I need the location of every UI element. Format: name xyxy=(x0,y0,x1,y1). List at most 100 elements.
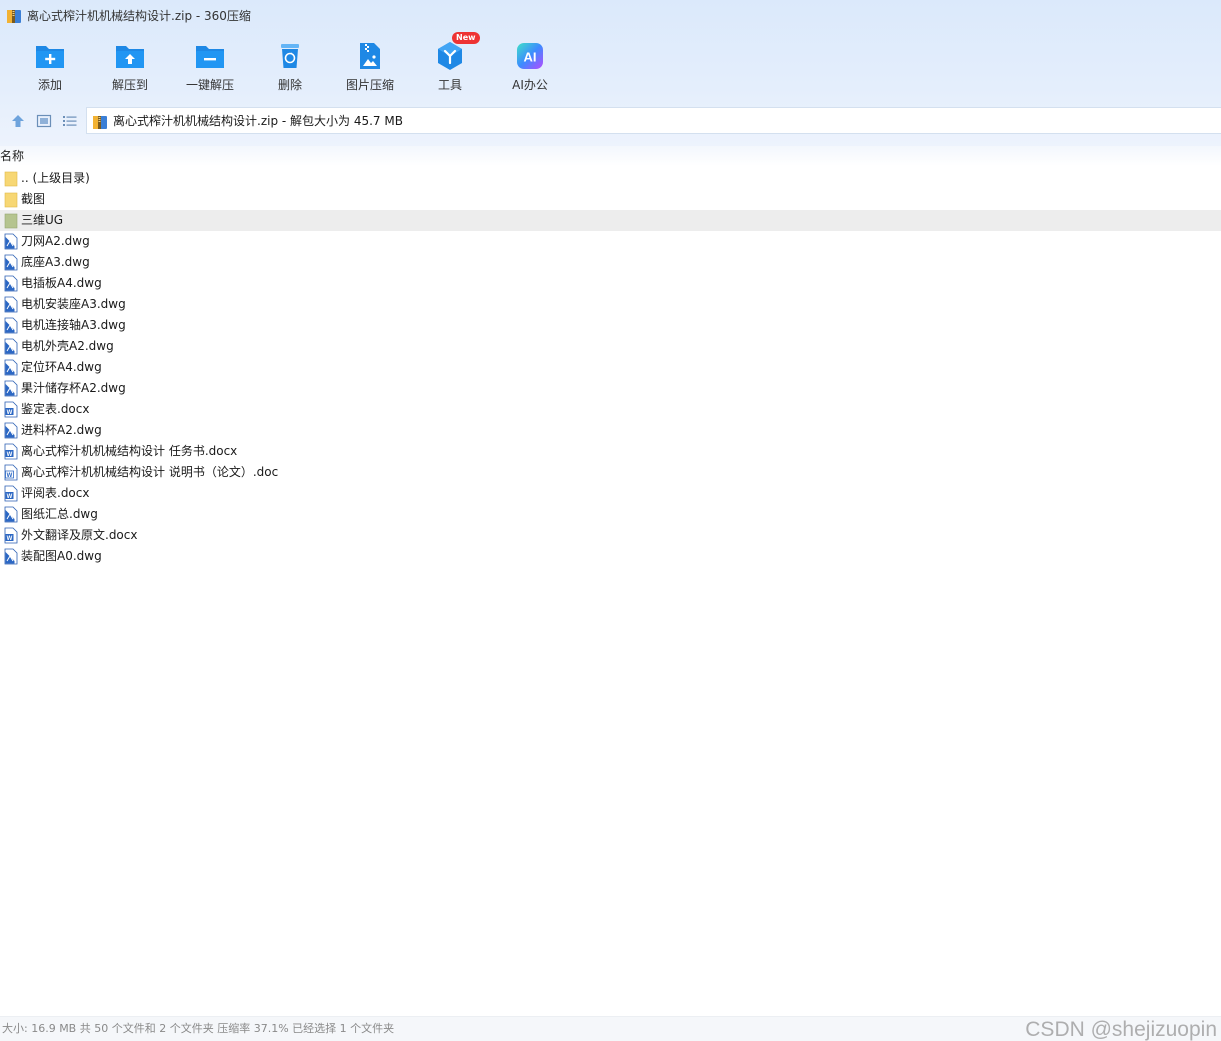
folder-icon xyxy=(4,171,18,187)
dwg-file-icon xyxy=(4,275,18,292)
file-row[interactable]: 图纸汇总.dwg xyxy=(0,504,1221,525)
dwg-file-icon xyxy=(4,254,18,271)
file-name: 进料杯A2.dwg xyxy=(21,423,102,437)
file-row[interactable]: 电插板A4.dwg xyxy=(0,273,1221,294)
file-name: 刀网A2.dwg xyxy=(21,234,90,248)
list-view-icon[interactable] xyxy=(61,112,79,130)
file-name: 外文翻译及原文.docx xyxy=(21,528,138,542)
dwg-file-icon xyxy=(4,317,18,334)
tools-label: 工具 xyxy=(437,78,462,92)
file-row[interactable]: W 外文翻译及原文.docx xyxy=(0,525,1221,546)
word-document-icon: W xyxy=(4,443,18,460)
word-document-icon: W xyxy=(4,527,18,544)
word-document-icon: W xyxy=(4,464,18,481)
dwg-file-icon xyxy=(4,548,18,565)
app-window: 离心式榨汁机机械结构设计.zip - 360压缩 添加 解压到 一键解压 删除 … xyxy=(0,0,1221,1041)
window-title: 离心式榨汁机机械结构设计.zip - 360压缩 xyxy=(27,9,251,23)
file-row[interactable]: 电机外壳A2.dwg xyxy=(0,336,1221,357)
file-row[interactable]: 定位环A4.dwg xyxy=(0,357,1221,378)
svg-text:W: W xyxy=(7,452,13,458)
file-row[interactable]: 刀网A2.dwg xyxy=(0,231,1221,252)
file-row[interactable]: 电机连接轴A3.dwg xyxy=(0,315,1221,336)
svg-text:W: W xyxy=(7,536,13,542)
thumbnail-view-icon[interactable] xyxy=(35,112,53,130)
file-name: 电机安装座A3.dwg xyxy=(21,297,126,311)
folder-row[interactable]: .. (上级目录) xyxy=(0,168,1221,189)
image-compress-button[interactable]: 图片压缩 xyxy=(330,36,410,100)
svg-text:W: W xyxy=(7,410,13,416)
svg-text:W: W xyxy=(7,473,13,479)
tools-button[interactable]: New 工具 xyxy=(410,32,490,100)
up-arrow-icon[interactable] xyxy=(9,112,27,130)
file-row[interactable]: W 离心式榨汁机机械结构设计 说明书（论文）.doc xyxy=(0,462,1221,483)
file-name: 装配图A0.dwg xyxy=(21,549,102,563)
add-button-label: 添加 xyxy=(37,78,62,92)
file-name: 电机外壳A2.dwg xyxy=(21,339,114,353)
address-path: 离心式榨汁机机械结构设计.zip - 解包大小为 45.7 MB xyxy=(113,114,403,128)
one-click-extract-label: 一键解压 xyxy=(185,78,234,92)
file-name: 果汁储存杯A2.dwg xyxy=(21,381,126,395)
file-row[interactable]: 装配图A0.dwg xyxy=(0,546,1221,567)
folder-icon xyxy=(4,213,18,229)
file-name: 底座A3.dwg xyxy=(21,255,90,269)
extract-to-label: 解压到 xyxy=(111,78,148,92)
file-name: 电机连接轴A3.dwg xyxy=(21,318,126,332)
extract-to-icon xyxy=(116,46,144,68)
delete-button[interactable]: 删除 xyxy=(250,36,330,100)
dwg-file-icon xyxy=(4,506,18,523)
file-row[interactable]: 电机安装座A3.dwg xyxy=(0,294,1221,315)
file-name: 评阅表.docx xyxy=(21,486,90,500)
main-toolbar: 添加 解压到 一键解压 删除 图片压缩 New 工具 AI AI办公 xyxy=(10,32,570,100)
file-list: .. (上级目录) 截图三维UG 刀网A2.dwg 底座A3.dwg 电插板A4.dwg… xyxy=(0,168,1221,567)
svg-text:W: W xyxy=(7,494,13,500)
column-name-header[interactable]: 名称 xyxy=(0,148,24,164)
ai-office-label: AI办公 xyxy=(512,78,548,92)
ai-office-button[interactable]: AI AI办公 xyxy=(490,36,570,100)
file-name: 截图 xyxy=(21,192,46,206)
tools-icon xyxy=(438,42,462,70)
delete-label: 删除 xyxy=(277,78,302,92)
file-row[interactable]: W 评阅表.docx xyxy=(0,483,1221,504)
file-name: 三维UG xyxy=(21,213,64,227)
add-button[interactable]: 添加 xyxy=(10,36,90,100)
file-name: .. (上级目录) xyxy=(21,171,90,185)
file-row[interactable]: W 鉴定表.docx xyxy=(0,399,1221,420)
top-area: 离心式榨汁机机械结构设计.zip - 360压缩 添加 解压到 一键解压 删除 … xyxy=(0,0,1221,146)
one-click-extract-icon xyxy=(196,46,224,68)
one-click-extract-button[interactable]: 一键解压 xyxy=(170,36,250,100)
word-document-icon: W xyxy=(4,485,18,502)
delete-icon xyxy=(281,44,299,68)
extract-to-button[interactable]: 解压到 xyxy=(90,36,170,100)
dwg-file-icon xyxy=(4,380,18,397)
status-bar: 大小: 16.9 MB 共 50 个文件和 2 个文件夹 压缩率 37.1% 已… xyxy=(0,1016,1221,1041)
file-name: 图纸汇总.dwg xyxy=(21,507,98,521)
file-row[interactable]: W 离心式榨汁机机械结构设计 任务书.docx xyxy=(0,441,1221,462)
dwg-file-icon xyxy=(4,233,18,250)
watermark: CSDN @shejizuopin xyxy=(1025,1018,1217,1041)
svg-text:AI: AI xyxy=(524,50,537,65)
folder-row[interactable]: 截图 xyxy=(0,189,1221,210)
navigation-bar: 离心式榨汁机机械结构设计.zip - 解包大小为 45.7 MB xyxy=(0,106,1221,136)
folder-row[interactable]: 三维UG xyxy=(0,210,1221,231)
dwg-file-icon xyxy=(4,338,18,355)
file-row[interactable]: 果汁储存杯A2.dwg xyxy=(0,378,1221,399)
dwg-file-icon xyxy=(4,359,18,376)
dwg-file-icon xyxy=(4,422,18,439)
file-row[interactable]: 进料杯A2.dwg xyxy=(0,420,1221,441)
file-row[interactable]: 底座A3.dwg xyxy=(0,252,1221,273)
file-name: 鉴定表.docx xyxy=(21,402,90,416)
zip-archive-icon xyxy=(7,10,21,23)
status-text: 大小: 16.9 MB 共 50 个文件和 2 个文件夹 压缩率 37.1% 已… xyxy=(2,1022,395,1035)
address-bar[interactable]: 离心式榨汁机机械结构设计.zip - 解包大小为 45.7 MB xyxy=(86,107,1221,134)
file-name: 离心式榨汁机机械结构设计 任务书.docx xyxy=(21,444,238,458)
zip-archive-icon xyxy=(93,116,107,129)
file-name: 电插板A4.dwg xyxy=(21,276,102,290)
ai-office-icon: AI xyxy=(517,43,543,69)
file-name: 离心式榨汁机机械结构设计 说明书（论文）.doc xyxy=(21,465,279,479)
image-compress-label: 图片压缩 xyxy=(345,78,394,92)
file-name: 定位环A4.dwg xyxy=(21,360,102,374)
title-bar: 离心式榨汁机机械结构设计.zip - 360压缩 xyxy=(0,0,1221,33)
folder-icon xyxy=(4,192,18,208)
column-header: 名称 xyxy=(0,146,1221,166)
add-folder-icon xyxy=(36,46,64,68)
